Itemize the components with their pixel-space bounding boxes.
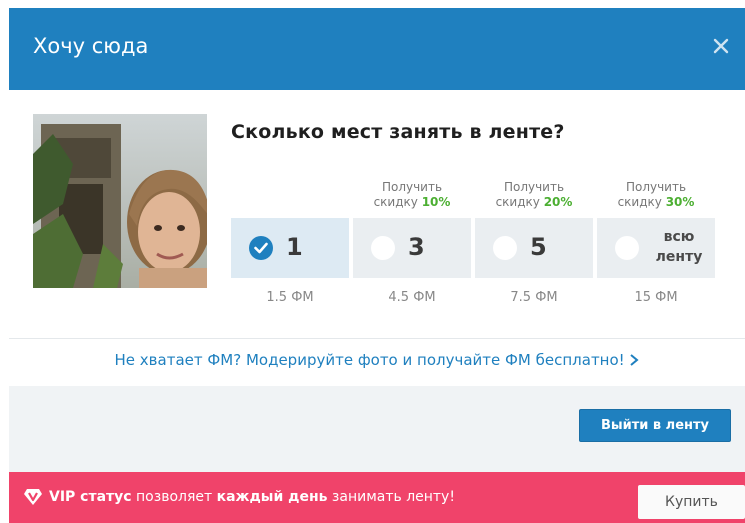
places-question: Сколько мест занять в ленте? bbox=[231, 121, 565, 143]
option-value: 5 bbox=[530, 233, 547, 261]
option-price: 4.5 ФМ bbox=[388, 290, 436, 305]
option-price: 15 ФМ bbox=[634, 290, 678, 305]
option-price: 7.5 ФМ bbox=[510, 290, 558, 305]
option-value: 1 bbox=[286, 233, 303, 261]
chevron-right-icon bbox=[629, 351, 640, 369]
discount-label bbox=[231, 180, 349, 218]
buy-vip-button[interactable]: Купить bbox=[638, 485, 745, 519]
discount-word: скидку bbox=[373, 195, 422, 209]
close-icon[interactable] bbox=[711, 36, 731, 56]
discount-word: скидку bbox=[495, 195, 544, 209]
option-box-whole-feed[interactable]: всю ленту bbox=[597, 218, 715, 278]
radio-unchecked-icon bbox=[615, 236, 639, 260]
option-box-3[interactable]: 3 bbox=[353, 218, 471, 278]
moderate-link-text: Не хватает ФМ? Модерируйте фото и получа… bbox=[114, 351, 625, 369]
moderate-photos-link[interactable]: Не хватает ФМ? Модерируйте фото и получа… bbox=[9, 351, 745, 369]
option-value-line2: ленту bbox=[655, 249, 703, 265]
discount-label: Получить скидку 20% bbox=[475, 180, 593, 218]
radio-unchecked-icon bbox=[371, 236, 395, 260]
discount-line: скидку 20% bbox=[475, 195, 593, 210]
vip-text-part: занимать ленту! bbox=[327, 489, 455, 505]
option-box-5[interactable]: 5 bbox=[475, 218, 593, 278]
vip-banner: VIP статус позволяет каждый день занимат… bbox=[9, 472, 745, 523]
dialog-title: Хочу сюда bbox=[33, 34, 149, 58]
discount-label: Получить скидку 30% bbox=[597, 180, 715, 218]
option-value: всю ленту bbox=[649, 227, 709, 267]
discount-line: скидку 30% bbox=[597, 195, 715, 210]
discount-percent: 30% bbox=[665, 195, 695, 209]
discount-prefix: Получить bbox=[381, 180, 443, 194]
option-whole-feed: Получить скидку 30% всю ленту 15 ФМ bbox=[597, 180, 715, 305]
want-here-dialog: Хочу сюда Сколько мест занять в ленте? 1… bbox=[9, 8, 745, 523]
user-photo bbox=[33, 114, 207, 288]
option-3: Получить скидку 10% 3 4.5 ФМ bbox=[353, 180, 471, 305]
option-value-line1: всю bbox=[663, 229, 695, 245]
option-1: 1 1.5 ФМ bbox=[231, 180, 349, 305]
discount-prefix: Получить bbox=[503, 180, 565, 194]
option-5: Получить скидку 20% 5 7.5 ФМ bbox=[475, 180, 593, 305]
vip-text-part: позволяет bbox=[131, 489, 217, 505]
discount-percent: 10% bbox=[421, 195, 451, 209]
vip-every-day-label: каждый день bbox=[216, 489, 328, 505]
vip-status-label: VIP статус bbox=[49, 489, 132, 505]
dialog-header: Хочу сюда bbox=[9, 8, 745, 90]
divider bbox=[9, 338, 745, 339]
vip-heart-icon bbox=[23, 488, 43, 510]
option-price: 1.5 ФМ bbox=[266, 290, 314, 305]
radio-unchecked-icon bbox=[493, 236, 517, 260]
option-box-1[interactable]: 1 bbox=[231, 218, 349, 278]
discount-line: скидку 10% bbox=[353, 195, 471, 210]
radio-checked-icon bbox=[249, 236, 273, 260]
discount-word: скидку bbox=[617, 195, 666, 209]
discount-percent: 20% bbox=[543, 195, 573, 209]
discount-prefix: Получить bbox=[625, 180, 687, 194]
vip-text: VIP статус позволяет каждый день занимат… bbox=[49, 489, 455, 505]
go-to-feed-button[interactable]: Выйти в ленту bbox=[579, 409, 731, 442]
discount-label: Получить скидку 10% bbox=[353, 180, 471, 218]
option-value: 3 bbox=[408, 233, 425, 261]
